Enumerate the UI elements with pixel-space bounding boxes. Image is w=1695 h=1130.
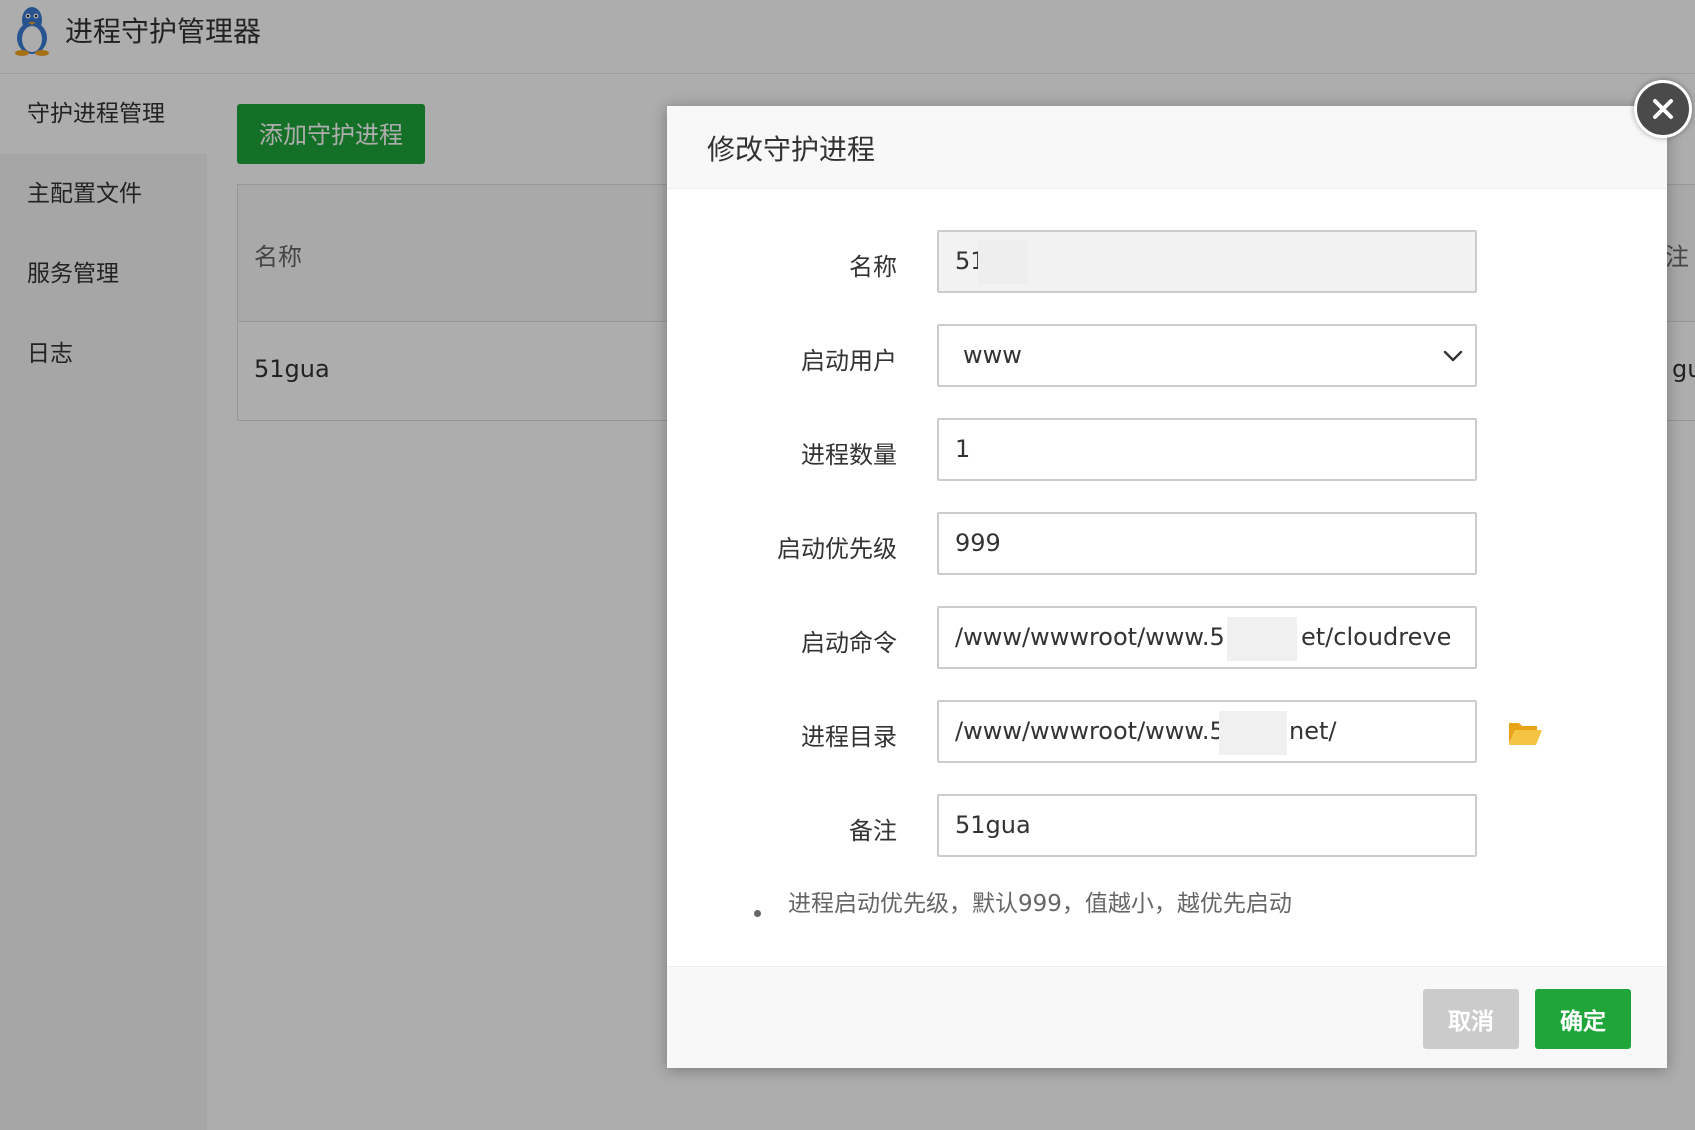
label-directory: 进程目录 xyxy=(801,723,897,751)
process-count-value: 1 xyxy=(955,435,971,463)
directory-value: /www/wwwroot/www.5 xyxy=(955,717,1225,745)
priority-value: 999 xyxy=(955,529,1001,557)
user-select-value: www xyxy=(963,341,1022,369)
user-select[interactable]: www xyxy=(937,324,1477,387)
dialog-footer: 取消 确定 xyxy=(667,966,1667,1068)
note-value: 51gua xyxy=(955,811,1031,839)
directory-value-tail: net/ xyxy=(1289,717,1337,745)
priority-hint: 进程启动优先级，默认999，值越小，越优先启动 xyxy=(788,891,1292,917)
close-icon xyxy=(1653,99,1673,119)
folder-open-icon[interactable] xyxy=(1507,718,1543,748)
chevron-down-icon xyxy=(1443,350,1463,362)
redaction-mask xyxy=(978,240,1028,284)
priority-input[interactable]: 999 xyxy=(937,512,1477,575)
redaction-mask xyxy=(1227,617,1297,661)
label-count: 进程数量 xyxy=(801,441,897,469)
cancel-button[interactable]: 取消 xyxy=(1423,989,1519,1049)
app-window: 进程守护管理器 守护进程管理 主配置文件 服务管理 日志 添加守护进程 名称 注… xyxy=(0,0,1695,1130)
label-command: 启动命令 xyxy=(801,629,897,657)
confirm-button[interactable]: 确定 xyxy=(1535,989,1631,1049)
dialog-close-button[interactable] xyxy=(1634,80,1692,138)
command-value-tail: et/cloudreve xyxy=(1301,623,1452,651)
name-input: 51 xyxy=(937,230,1477,293)
note-input[interactable]: 51gua xyxy=(937,794,1477,857)
edit-daemon-dialog: 修改守护进程 名称 启动用户 进程数量 启动优先级 启动命令 进程目录 备注 5… xyxy=(667,106,1667,1068)
label-user: 启动用户 xyxy=(801,347,897,375)
directory-input[interactable]: /www/wwwroot/www.5 net/ xyxy=(937,700,1477,763)
hint-bullet xyxy=(754,910,761,917)
redaction-mask xyxy=(1219,711,1287,755)
command-input[interactable]: /www/wwwroot/www.5 et/cloudreve xyxy=(937,606,1477,669)
label-name: 名称 xyxy=(849,253,897,281)
form-labels: 名称 启动用户 进程数量 启动优先级 启动命令 进程目录 备注 xyxy=(667,106,897,1068)
label-note: 备注 xyxy=(849,817,897,845)
label-priority: 启动优先级 xyxy=(777,535,897,563)
process-count-input[interactable]: 1 xyxy=(937,418,1477,481)
command-value: /www/wwwroot/www.5 xyxy=(955,623,1225,651)
